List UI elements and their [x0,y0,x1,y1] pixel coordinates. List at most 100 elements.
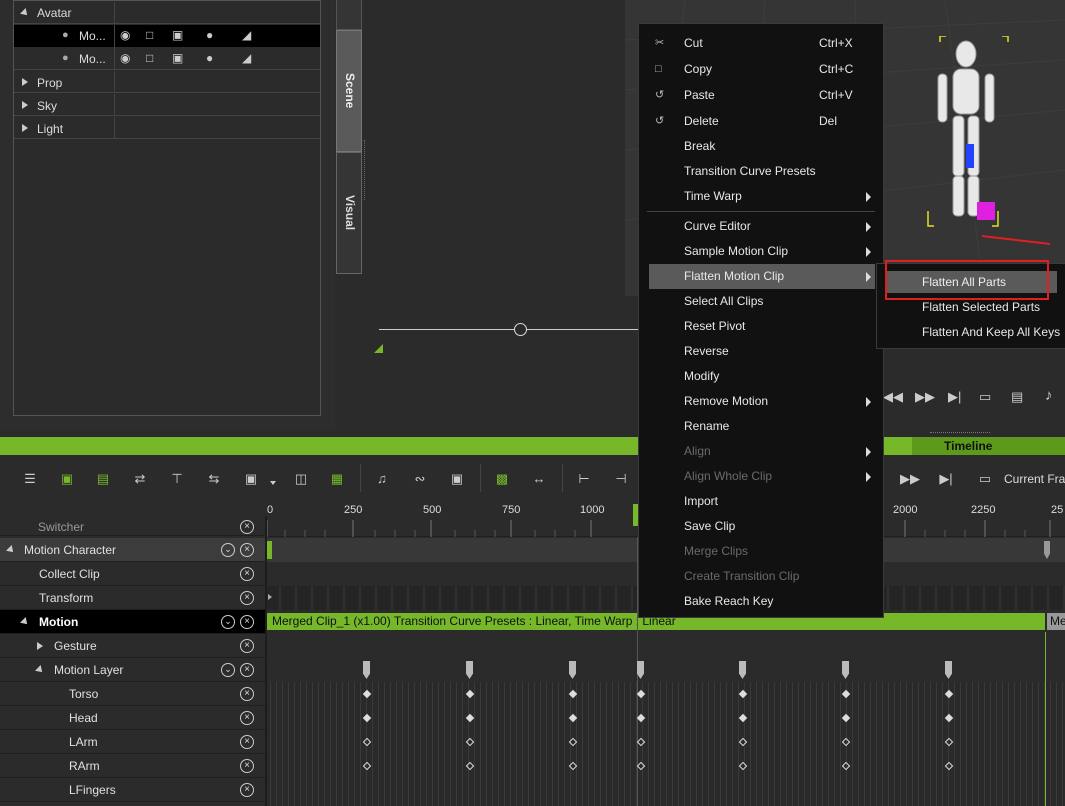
resize-corner-icon[interactable] [374,344,383,353]
chevron-down-icon[interactable]: ⌄ [221,615,235,629]
menu-item-transition-curve-presets[interactable]: Transition Curve Presets [639,159,885,184]
loop-icon[interactable]: ▭ [979,389,991,405]
tree-row-avatar[interactable]: Avatar [14,2,320,24]
track-row-torso[interactable]: Torso × [0,682,265,706]
splitter-grip[interactable] [364,140,367,200]
track-list-icon[interactable]: ☰ [21,470,39,488]
menu-item-save-clip[interactable]: Save Clip [639,514,885,539]
eye-icon[interactable]: ◉ [120,28,130,42]
track-row-rarm[interactable]: RArm × [0,754,265,778]
zoom-slider-handle[interactable] [514,323,527,336]
character-model[interactable] [920,36,1060,246]
close-icon[interactable]: × [240,567,254,581]
menu-item-reverse[interactable]: Reverse [639,339,885,364]
tree-row-light[interactable]: Light [14,117,320,139]
tab-scene[interactable]: Scene [336,30,362,152]
menu-item-merge-clips[interactable]: Merge Clips [639,539,885,564]
timeline-tab[interactable]: Timeline [912,437,1065,455]
flip-icon[interactable]: ∾ [411,470,429,488]
lock-icon[interactable]: □ [146,51,153,65]
submenu-item-flatten-and-keep-all-keys[interactable]: Flatten And Keep All Keys [887,321,1065,343]
add-track-icon[interactable]: ⊢ [575,470,593,488]
track-row-head[interactable]: Head × [0,706,265,730]
rewind-icon[interactable]: ◀◀ [883,389,903,405]
menu-item-delete[interactable]: ↺ Delete Del [639,109,885,134]
menu-item-sample-motion-clip[interactable]: Sample Motion Clip [639,239,885,264]
track-row-lfingers[interactable]: LFingers × [0,778,265,802]
menu-item-break[interactable]: Break [639,134,885,159]
menu-item-reset-pivot[interactable]: Reset Pivot [639,314,885,339]
track-row-collect-clip[interactable]: Collect Clip × [0,562,265,586]
close-icon[interactable]: × [240,591,254,605]
track-row-motion[interactable]: Motion ⌄ × [0,610,265,634]
track-divider[interactable] [265,516,267,806]
arrow-left-icon[interactable]: ⇄ [131,470,149,488]
cube-icon[interactable]: ▣ [172,28,183,42]
trim-icon[interactable]: ▦ [328,470,346,488]
timeline-grip[interactable] [930,432,990,435]
chevron-down-icon[interactable]: ⌄ [221,663,235,677]
rotate-icon[interactable]: ◢ [242,28,251,42]
expand-arrow-icon[interactable] [22,124,28,132]
menu-item-rename[interactable]: Rename [639,414,885,439]
tree-row-motion-2[interactable]: ● Mo... ◉ □ ▣ ● ◢ [14,25,320,70]
collapse-arrow-icon[interactable] [20,617,30,627]
collapse-arrow-icon[interactable] [35,665,45,675]
comment-icon[interactable]: ▤ [1011,389,1023,405]
tree-row-prop[interactable]: Prop [14,71,320,93]
lock-icon[interactable]: □ [146,28,153,42]
rotate-icon[interactable]: ◢ [242,51,251,65]
menu-item-time-warp[interactable]: Time Warp [639,184,885,209]
chevron-down-icon[interactable]: ⌄ [221,543,235,557]
fast-forward-icon[interactable]: ▶▶ [900,470,920,488]
arrow-right-icon[interactable]: ⇆ [205,470,223,488]
stretch-icon[interactable]: ↔ [530,470,548,488]
sphere-icon[interactable]: ● [206,51,213,65]
merged-clip-2[interactable]: Me [1047,613,1065,630]
menu-item-align[interactable]: Align [639,439,885,464]
layer-icon[interactable]: ▤ [94,470,112,488]
eye-icon[interactable]: ◉ [120,51,130,65]
m-box-icon[interactable]: ▣ [448,470,466,488]
menu-item-copy[interactable]: □ Copy Ctrl+C [639,57,885,82]
menu-item-modify[interactable]: Modify [639,364,885,389]
track-row-gesture[interactable]: Gesture × [0,634,265,658]
skip-end-icon[interactable]: ▶| [948,389,961,405]
close-icon[interactable]: × [240,759,254,773]
cube-icon[interactable]: ▣ [172,51,183,65]
skip-end-icon[interactable]: ▶| [937,470,955,488]
track-row-motion-character[interactable]: Motion Character ⌄ × [0,538,265,562]
close-icon[interactable]: × [240,735,254,749]
collapse-arrow-icon[interactable] [6,545,16,555]
split-icon[interactable]: ◫ [292,470,310,488]
add-clip-icon[interactable]: ▣ [58,470,76,488]
merge-icon[interactable]: ▩ [493,470,511,488]
close-icon[interactable]: × [240,711,254,725]
menu-item-remove-motion[interactable]: Remove Motion [639,389,885,414]
collapse-arrow-icon[interactable] [20,8,30,18]
track-row-motion-layer[interactable]: Motion Layer ⌄ × [0,658,265,682]
expand-arrow-icon[interactable] [22,101,28,109]
menu-item-bake-reach-key[interactable]: Bake Reach Key [639,589,885,614]
close-icon[interactable]: × [240,543,254,557]
loop-icon[interactable]: ▭ [976,470,994,488]
music-list-icon[interactable]: ♫ [373,470,391,488]
close-icon[interactable]: × [240,687,254,701]
menu-item-cut[interactable]: ✂ Cut Ctrl+X [639,31,885,56]
chevron-down-icon[interactable] [270,481,276,485]
track-row-switcher[interactable]: Switcher × [0,516,265,536]
menu-item-create-transition-clip[interactable]: Create Transition Clip [639,564,885,589]
close-icon[interactable]: × [240,639,254,653]
remove-track-icon[interactable]: ⊣ [612,470,630,488]
track-row-larm[interactable]: LArm × [0,730,265,754]
menu-item-align-whole-clip[interactable]: Align Whole Clip [639,464,885,489]
menu-item-select-all-clips[interactable]: Select All Clips [639,289,885,314]
close-icon[interactable]: × [240,783,254,797]
menu-item-import[interactable]: Import [639,489,885,514]
sphere-icon[interactable]: ● [206,28,213,42]
menu-item-curve-editor[interactable]: Curve Editor [639,214,885,239]
fast-forward-icon[interactable]: ▶▶ [915,389,935,405]
paste-page-icon[interactable]: ▣ [242,470,260,488]
expand-arrow-icon[interactable] [22,78,28,86]
close-icon[interactable]: × [240,520,254,534]
